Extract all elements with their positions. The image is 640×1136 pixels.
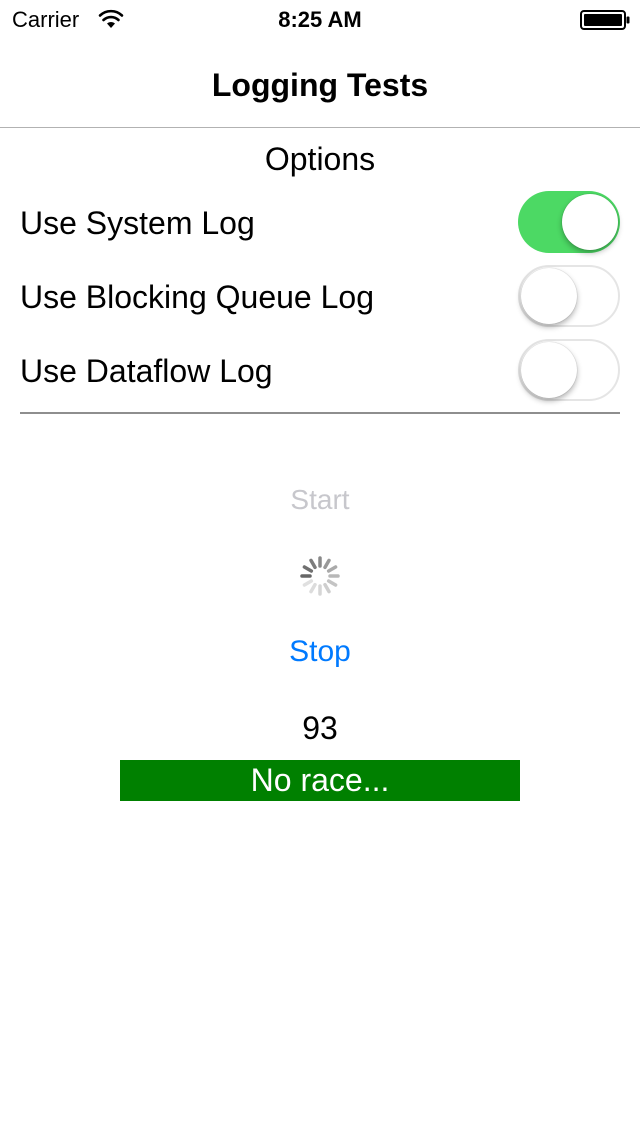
dataflow-log-label: Use Dataflow Log — [20, 353, 273, 389]
options-heading: Options — [264, 141, 376, 177]
navigation-bar: Logging Tests — [0, 40, 640, 128]
switch-knob — [521, 342, 577, 398]
status-bar: Carrier 8:25 AM — [0, 0, 640, 40]
status-clock: 8:25 AM — [278, 7, 362, 32]
race-status-banner: No race... — [120, 760, 520, 801]
dataflow-log-switch[interactable] — [518, 339, 620, 401]
activity-spinner-icon — [300, 556, 340, 596]
section-divider — [20, 412, 620, 414]
system-log-switch[interactable] — [518, 191, 620, 253]
switch-knob — [562, 194, 618, 250]
blocking-queue-log-switch[interactable] — [518, 265, 620, 327]
page-title: Logging Tests — [211, 67, 429, 103]
stop-button[interactable]: Stop — [220, 632, 420, 672]
battery-icon — [580, 10, 630, 30]
start-button[interactable]: Start — [220, 480, 420, 520]
blocking-queue-log-label: Use Blocking Queue Log — [20, 279, 374, 315]
counter-value: 93 — [302, 710, 338, 746]
switch-knob — [521, 268, 577, 324]
system-log-label: Use System Log — [20, 205, 255, 241]
